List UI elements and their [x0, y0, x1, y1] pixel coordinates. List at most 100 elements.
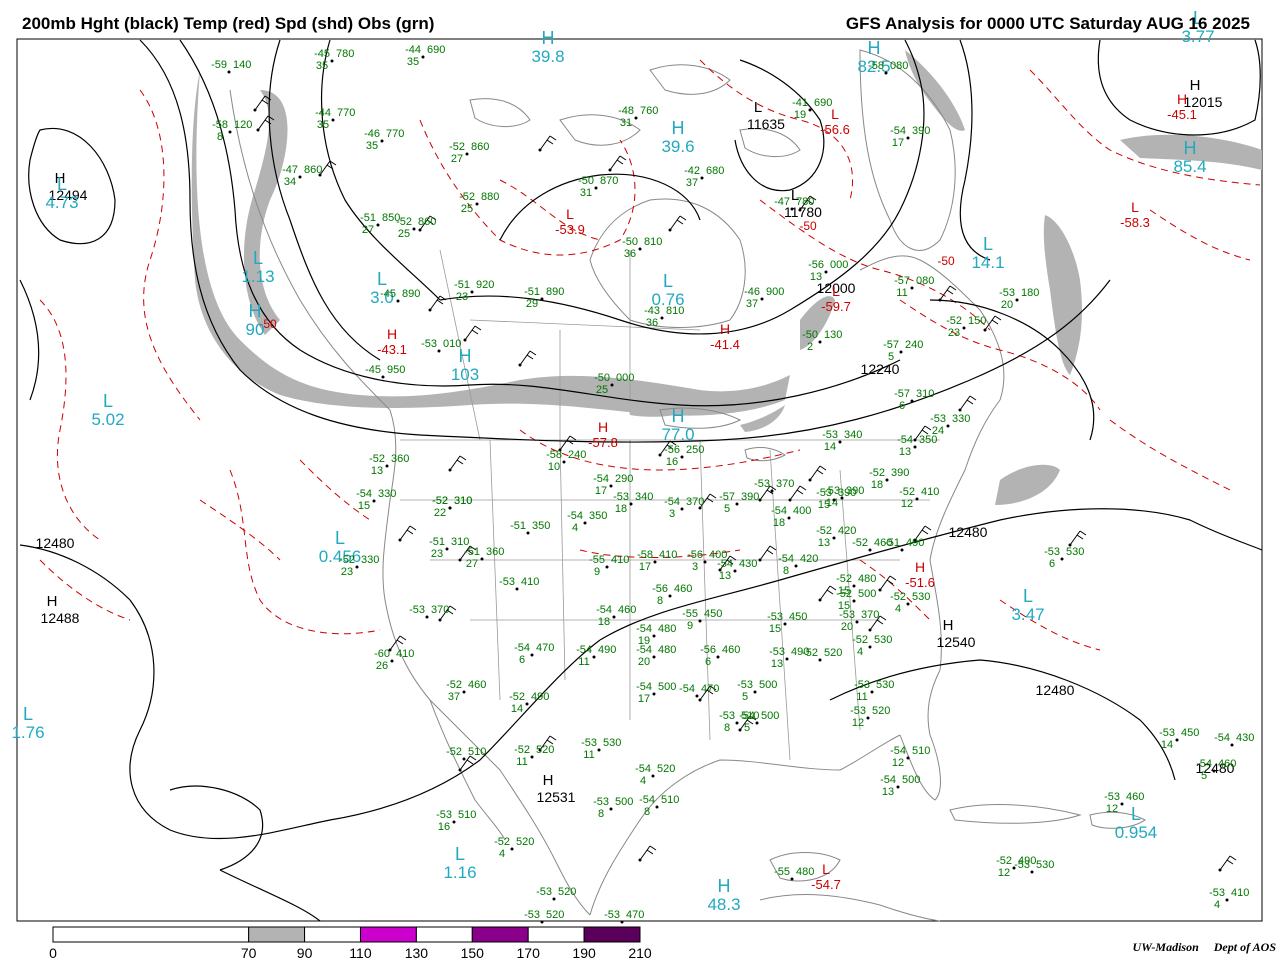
observation-temperature: -53: [536, 886, 552, 898]
observation-height: 460: [618, 604, 636, 616]
observation-height: 870: [600, 175, 618, 187]
observation-speed: 11: [856, 691, 867, 703]
observation-temperature: -53: [436, 809, 452, 821]
observation-height: 480: [858, 573, 876, 585]
observation-speed: 14: [824, 441, 836, 453]
observation-speed: 8: [217, 131, 223, 143]
height-center-value: 12531: [537, 789, 576, 805]
observation-speed: 12: [901, 498, 913, 510]
temperature-center-value: -54.7: [811, 877, 841, 892]
observation-height: 410: [396, 648, 414, 660]
speed-center-letter: H: [249, 301, 262, 321]
observation-speed: 13: [899, 446, 911, 458]
observation-speed: 8: [724, 722, 730, 734]
observation-speed: 23: [431, 548, 443, 560]
observation-height: 310: [454, 495, 472, 507]
observation-temperature: -52: [996, 855, 1012, 867]
observation-height: 500: [858, 588, 876, 600]
observation-temperature: -52: [899, 486, 915, 498]
observation-temperature: -52: [446, 746, 462, 758]
observation-height: 240: [905, 339, 923, 351]
observation-temperature: -54: [778, 553, 794, 565]
observation-speed: 25: [596, 384, 608, 396]
observation-temperature: -53: [767, 611, 783, 623]
observation-speed: 12: [892, 757, 904, 769]
observation-speed: 20: [841, 621, 853, 633]
observation-speed: 5: [888, 351, 894, 363]
speed-center-value: 1.13: [241, 267, 274, 286]
colorbar-tick-label: 90: [297, 945, 313, 960]
observation-height: 530: [603, 737, 621, 749]
observation-temperature: -54: [1196, 758, 1212, 770]
observation-height: 410: [611, 554, 629, 566]
observation-height: 080: [890, 60, 908, 72]
observation-temperature: -53: [854, 679, 870, 691]
observation-temperature: -54: [636, 681, 652, 693]
observation-height: 330: [952, 413, 970, 425]
temperature-center-value: -58.3: [1120, 215, 1150, 230]
observation-temperature: -54: [593, 473, 609, 485]
observation-temperature: -53: [719, 710, 735, 722]
observation-temperature: -53: [409, 604, 425, 616]
colorbar-segment: [415, 926, 473, 943]
observation-temperature: -56: [687, 549, 703, 561]
observation-temperature: -53: [737, 679, 753, 691]
observation-height: 510: [458, 809, 476, 821]
observation-temperature: -53: [754, 478, 770, 490]
observation-height: 880: [481, 191, 499, 203]
observation-height: 680: [706, 165, 724, 177]
observation-temperature: -58: [868, 60, 884, 72]
temperature-center-letter: H: [598, 419, 608, 435]
observation-speed: 24: [932, 425, 944, 437]
observation-speed: 26: [376, 660, 388, 672]
observation-temperature: -53: [1104, 791, 1120, 803]
speed-center-value: 3.47: [1011, 605, 1044, 624]
observation-temperature: -51: [510, 520, 526, 532]
observation-height: 490: [906, 537, 924, 549]
observation-height: 420: [800, 553, 818, 565]
temperature-center-value: -59.7: [821, 299, 851, 314]
observation-temperature: -53: [769, 646, 785, 658]
observation-height: 000: [616, 372, 634, 384]
observation-speed: 23: [341, 566, 353, 578]
observation-temperature: -51: [454, 279, 470, 291]
observation-temperature: -53: [1209, 887, 1225, 899]
observation-temperature: -44: [315, 107, 331, 119]
temperature-center-value: -43.1: [377, 342, 407, 357]
observation-height: 770: [337, 107, 355, 119]
observation-temperature: -53: [581, 737, 597, 749]
speed-center-letter: L: [1131, 804, 1141, 824]
observation-height: 860: [418, 216, 436, 228]
temperature-contour-label: -50: [799, 219, 817, 233]
observation-temperature: -53: [499, 576, 515, 588]
temperature-center-value: -45.1: [1167, 107, 1197, 122]
observation-speed: 36: [624, 248, 636, 260]
observation-height: 530: [1066, 546, 1084, 558]
observation-height: 400: [793, 505, 811, 517]
speed-center-value: 103: [451, 365, 479, 384]
observation-speed: 20: [1001, 299, 1013, 311]
observation-speed: 37: [686, 177, 698, 189]
temperature-center-letter: H: [1177, 91, 1187, 107]
observation-speed: 36: [646, 317, 658, 329]
observation-height: 390: [741, 491, 759, 503]
credit: UW-Madison Dept of AOS: [1121, 940, 1276, 955]
colorbar-segment: [248, 926, 306, 943]
observation-height: 390: [891, 467, 909, 479]
observation-speed: 35: [316, 60, 328, 72]
height-contour-label: 12480: [1036, 682, 1075, 698]
observation-temperature: -52: [836, 588, 852, 600]
observation-speed: 6: [1049, 558, 1055, 570]
observation-height: 360: [391, 453, 409, 465]
observation-height: 430: [739, 558, 757, 570]
colorbar-segment: [52, 926, 250, 943]
observation-height: 810: [644, 236, 662, 248]
observation-speed: 3: [692, 561, 698, 573]
map-frame: [16, 38, 1263, 922]
observation-speed: 13: [719, 570, 731, 582]
colorbar-segment: [359, 926, 417, 943]
observation-height: 460: [468, 679, 486, 691]
observation-speed: 13: [771, 658, 783, 670]
height-center-letter: H: [1190, 77, 1201, 94]
observation-height: 330: [378, 488, 396, 500]
